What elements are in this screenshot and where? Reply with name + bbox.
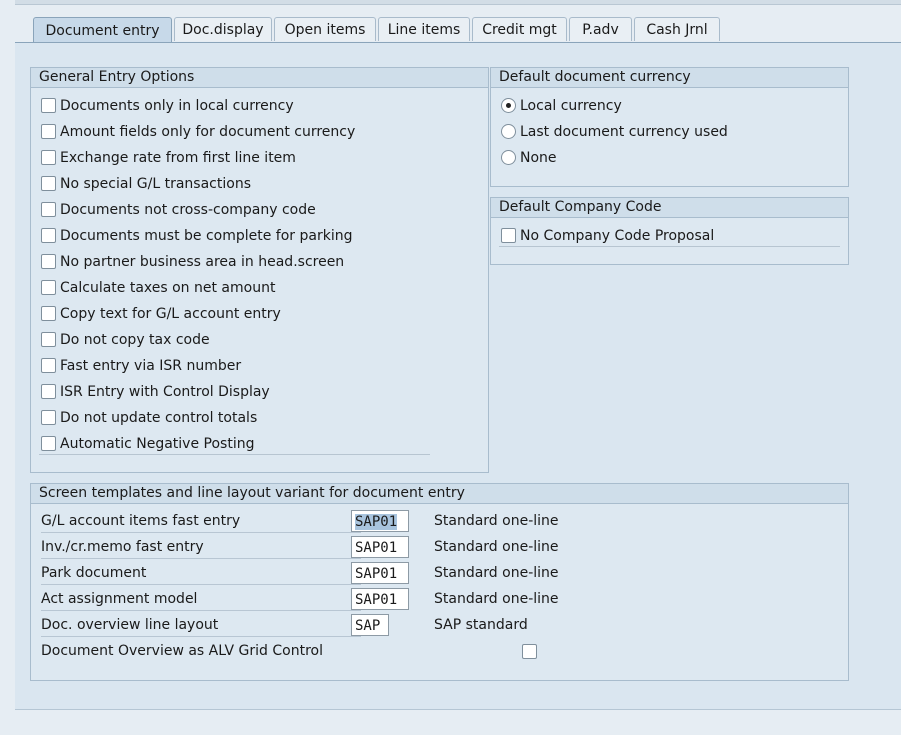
general-entry-options-group: General Entry Options Documents only in … bbox=[30, 67, 489, 473]
option-label: ISR Entry with Control Display bbox=[60, 384, 270, 400]
option-label: Calculate taxes on net amount bbox=[60, 280, 276, 296]
checkbox[interactable] bbox=[41, 383, 56, 399]
group-title: Default document currency bbox=[491, 68, 848, 88]
checkbox[interactable] bbox=[41, 409, 56, 425]
radio-label: Last document currency used bbox=[520, 124, 728, 140]
alv-grid-checkbox[interactable] bbox=[522, 644, 537, 659]
checkbox[interactable] bbox=[41, 97, 56, 113]
template-description: Standard one-line bbox=[434, 513, 559, 529]
tab-p-adv[interactable]: P.adv bbox=[569, 17, 632, 41]
template-label: Park document bbox=[41, 561, 361, 585]
alv-grid-label: Document Overview as ALV Grid Control bbox=[41, 643, 323, 659]
radio-button[interactable] bbox=[501, 149, 516, 165]
group-title: General Entry Options bbox=[31, 68, 488, 88]
checkbox[interactable] bbox=[41, 175, 56, 191]
checkbox[interactable] bbox=[41, 227, 56, 243]
template-label: Doc. overview line layout bbox=[41, 613, 361, 637]
option-isr-control-display[interactable]: ISR Entry with Control Display bbox=[41, 381, 270, 403]
option-label: Do not copy tax code bbox=[60, 332, 210, 348]
template-label: G/L account items fast entry bbox=[41, 509, 361, 533]
tab-open-items[interactable]: Open items bbox=[274, 17, 376, 41]
top-strip bbox=[15, 0, 901, 5]
option-label: Amount fields only for document currency bbox=[60, 124, 356, 140]
tab-line-items[interactable]: Line items bbox=[378, 17, 470, 41]
radio-button[interactable] bbox=[501, 123, 516, 139]
option-complete-parking[interactable]: Documents must be complete for parking bbox=[41, 225, 353, 247]
checkbox[interactable] bbox=[41, 331, 56, 347]
tab-credit-mgt[interactable]: Credit mgt bbox=[472, 17, 567, 41]
template-description: Standard one-line bbox=[434, 591, 559, 607]
checkbox[interactable] bbox=[41, 435, 56, 451]
template-field[interactable]: SAP01 bbox=[351, 588, 409, 610]
template-row-gl-fast-entry: G/L account items fast entry SAP01 Stand… bbox=[31, 509, 850, 533]
checkbox[interactable] bbox=[41, 253, 56, 269]
template-field[interactable]: SAP01 bbox=[351, 562, 409, 584]
option-label: Documents must be complete for parking bbox=[60, 228, 353, 244]
checkbox[interactable] bbox=[41, 123, 56, 139]
option-label: No special G/L transactions bbox=[60, 176, 251, 192]
template-field[interactable]: SAP bbox=[351, 614, 389, 636]
checkbox[interactable] bbox=[41, 201, 56, 217]
checkbox[interactable] bbox=[41, 279, 56, 295]
tab-document-entry[interactable]: Document entry bbox=[33, 17, 172, 43]
option-no-update-totals[interactable]: Do not update control totals bbox=[41, 407, 257, 429]
option-label: Copy text for G/L account entry bbox=[60, 306, 281, 322]
option-exchange-rate[interactable]: Exchange rate from first line item bbox=[41, 147, 296, 169]
screen-templates-group: Screen templates and line layout variant… bbox=[30, 483, 849, 681]
template-description: Standard one-line bbox=[434, 539, 559, 555]
option-label: No partner business area in head.screen bbox=[60, 254, 345, 270]
tab-strip: Document entry Doc.display Open items Li… bbox=[0, 17, 901, 43]
template-label: Inv./cr.memo fast entry bbox=[41, 535, 361, 559]
option-taxes-net[interactable]: Calculate taxes on net amount bbox=[41, 277, 275, 299]
template-row-park-document: Park document SAP01 Standard one-line bbox=[31, 561, 850, 585]
template-row-inv-fast-entry: Inv./cr.memo fast entry SAP01 Standard o… bbox=[31, 535, 850, 559]
option-no-copy-tax[interactable]: Do not copy tax code bbox=[41, 329, 210, 351]
option-no-company-code-proposal[interactable]: No Company Code Proposal bbox=[501, 225, 714, 247]
template-field[interactable]: SAP01 bbox=[351, 510, 409, 532]
option-label: Fast entry via ISR number bbox=[60, 358, 242, 374]
radio-last-currency[interactable]: Last document currency used bbox=[501, 121, 728, 143]
default-currency-group: Default document currency Local currency… bbox=[490, 67, 849, 187]
option-local-currency[interactable]: Documents only in local currency bbox=[41, 95, 294, 117]
option-label: Exchange rate from first line item bbox=[60, 150, 296, 166]
option-label: Documents only in local currency bbox=[60, 98, 294, 114]
option-amount-doc-currency[interactable]: Amount fields only for document currency bbox=[41, 121, 355, 143]
group-title: Default Company Code bbox=[491, 198, 848, 218]
template-description: SAP standard bbox=[434, 617, 528, 633]
radio-none[interactable]: None bbox=[501, 147, 557, 169]
option-label: Documents not cross-company code bbox=[60, 202, 316, 218]
option-copy-text[interactable]: Copy text for G/L account entry bbox=[41, 303, 281, 325]
radio-label: Local currency bbox=[520, 98, 622, 114]
option-label: No Company Code Proposal bbox=[520, 228, 715, 244]
option-no-special-gl[interactable]: No special G/L transactions bbox=[41, 173, 251, 195]
checkbox[interactable] bbox=[41, 149, 56, 165]
separator bbox=[499, 246, 840, 247]
option-auto-negative-posting[interactable]: Automatic Negative Posting bbox=[41, 433, 254, 455]
tab-doc-display[interactable]: Doc.display bbox=[174, 17, 272, 41]
tab-cash-jrnl[interactable]: Cash Jrnl bbox=[634, 17, 720, 41]
checkbox[interactable] bbox=[41, 357, 56, 373]
radio-button[interactable] bbox=[501, 97, 516, 113]
checkbox[interactable] bbox=[41, 305, 56, 321]
group-title: Screen templates and line layout variant… bbox=[31, 484, 848, 504]
template-row-overview-layout: Doc. overview line layout SAP SAP standa… bbox=[31, 613, 850, 637]
template-label: Act assignment model bbox=[41, 587, 361, 611]
separator bbox=[39, 454, 430, 455]
template-row-act-assignment: Act assignment model SAP01 Standard one-… bbox=[31, 587, 850, 611]
option-label: Do not update control totals bbox=[60, 410, 258, 426]
option-no-partner-business-area[interactable]: No partner business area in head.screen bbox=[41, 251, 344, 273]
option-not-cross-company[interactable]: Documents not cross-company code bbox=[41, 199, 316, 221]
template-description: Standard one-line bbox=[434, 565, 559, 581]
default-company-code-group: Default Company Code No Company Code Pro… bbox=[490, 197, 849, 265]
option-label: Automatic Negative Posting bbox=[60, 436, 255, 452]
radio-label: None bbox=[520, 150, 557, 166]
checkbox[interactable] bbox=[501, 227, 516, 243]
option-fast-entry-isr[interactable]: Fast entry via ISR number bbox=[41, 355, 241, 377]
template-field[interactable]: SAP01 bbox=[351, 536, 409, 558]
radio-local-currency[interactable]: Local currency bbox=[501, 95, 622, 117]
